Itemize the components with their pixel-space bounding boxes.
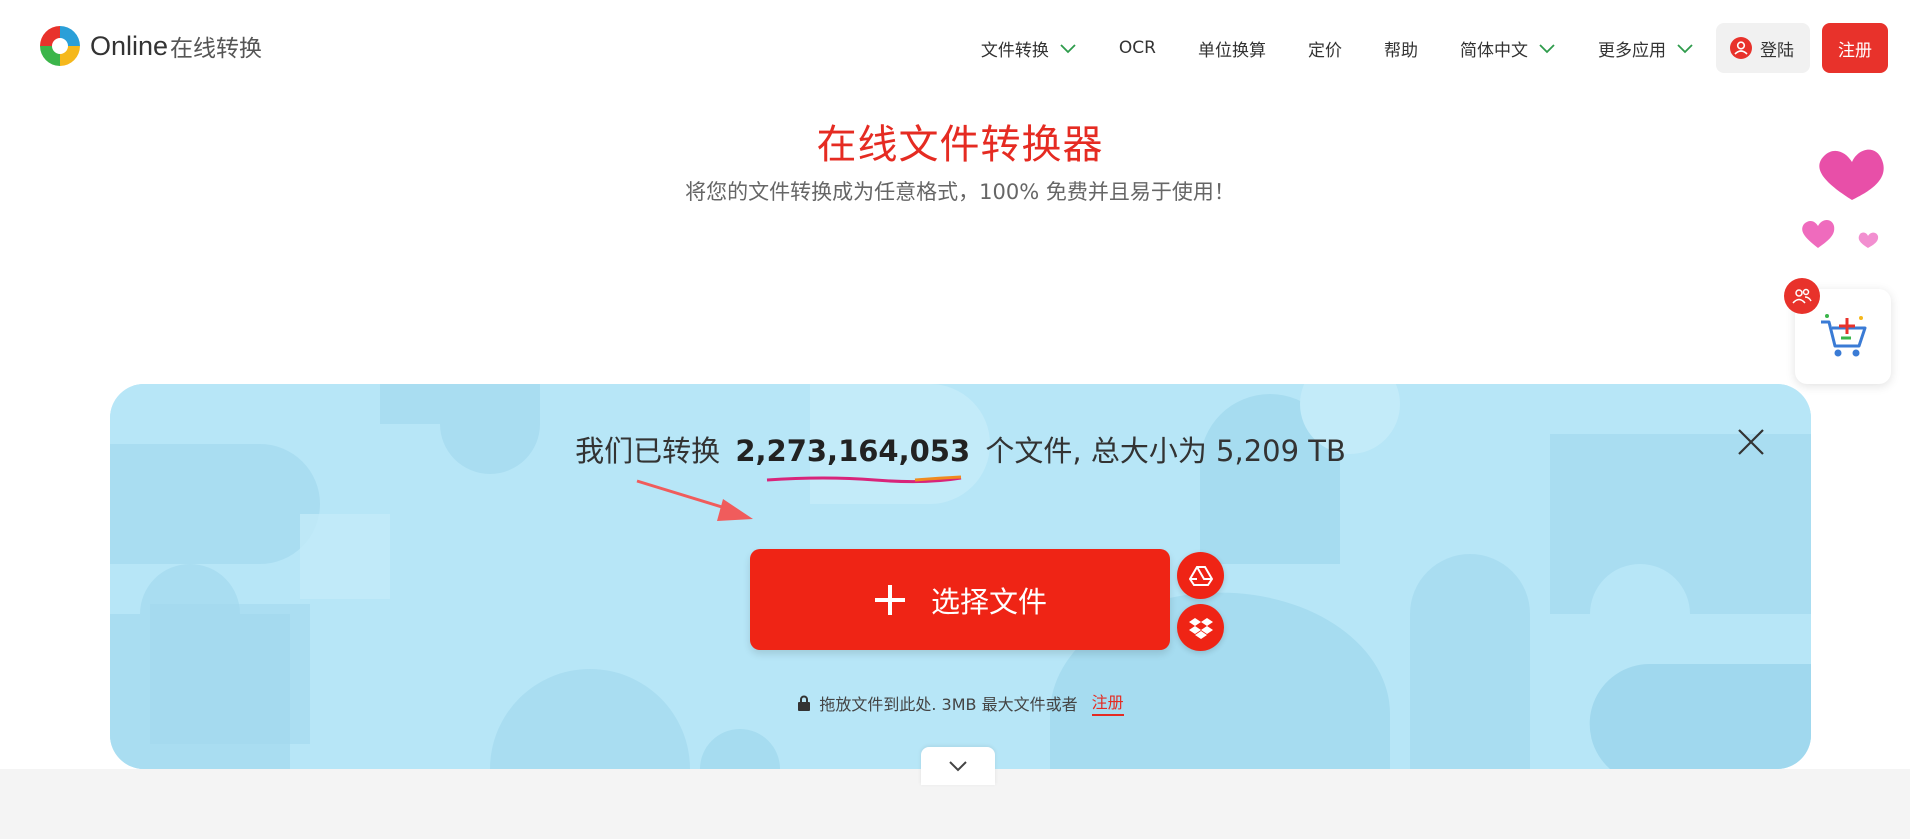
lock-icon xyxy=(798,695,811,711)
support-badge[interactable] xyxy=(1784,278,1820,314)
dropbox-icon xyxy=(1188,617,1213,639)
login-label: 登陆 xyxy=(1760,40,1794,61)
nav-ocr[interactable]: OCR xyxy=(1119,38,1156,58)
nav-label: 帮助 xyxy=(1384,40,1418,61)
nav-pricing[interactable]: 定价 xyxy=(1308,36,1342,61)
logo[interactable]: Online 在线转换 xyxy=(36,22,262,70)
login-button[interactable]: 登陆 xyxy=(1716,23,1810,73)
plus-icon xyxy=(874,584,905,615)
register-button[interactable]: 注册 xyxy=(1822,23,1888,73)
stats-suffix: 个文件, 总大小为 5,209 TB xyxy=(985,434,1346,468)
nav-language[interactable]: 简体中文 xyxy=(1460,36,1556,61)
logo-text: Online xyxy=(90,30,169,61)
drop-hint-text: 拖放文件到此处. 3MB 最大文件或者 xyxy=(819,694,1078,714)
nav-label: 单位换算 xyxy=(1198,40,1266,61)
nav-more-apps[interactable]: 更多应用 xyxy=(1598,36,1694,61)
upload-panel[interactable]: 我们已转换 2,273,164,053 个文件, 总大小为 5,209 TB 选… xyxy=(110,384,1811,769)
logo-subtext: 在线转换 xyxy=(170,36,263,62)
nav-label: OCR xyxy=(1118,38,1156,58)
drop-hint: 拖放文件到此处. 3MB 最大文件或者 注册 xyxy=(110,689,1811,716)
arrow-pointer-icon xyxy=(636,479,753,521)
nav-label: 文件转换 xyxy=(980,40,1049,61)
underline-decoration-icon xyxy=(766,475,962,484)
stats-count: 2,273,164,053 xyxy=(735,434,971,468)
close-icon[interactable] xyxy=(1735,426,1767,458)
page-title: 在线文件转换器 xyxy=(816,122,1104,168)
site-header: Online 在线转换 文件转换 OCR 单位换算 定价 帮助 简体中文 更多应… xyxy=(0,0,1910,90)
choose-file-label: 选择文件 xyxy=(930,584,1047,619)
scroll-down-button[interactable] xyxy=(921,747,995,785)
nav-label: 更多应用 xyxy=(1598,40,1666,61)
hearts-decoration-icon xyxy=(1802,149,1884,248)
dropbox-button[interactable] xyxy=(1177,604,1224,651)
register-label: 注册 xyxy=(1838,40,1872,61)
page-subtitle: 将您的文件转换成为任意格式，100% 免费并且易于使用！ xyxy=(685,180,1235,204)
nav-unit-conversion[interactable]: 单位换算 xyxy=(1198,36,1266,61)
nav-file-convert[interactable]: 文件转换 xyxy=(981,36,1077,61)
main-nav: 文件转换 OCR 单位换算 定价 帮助 简体中文 更多应用 登陆 注册 xyxy=(981,23,1888,73)
chevron-down-icon xyxy=(1060,44,1076,54)
choose-file-button[interactable]: 选择文件 xyxy=(750,549,1170,650)
logo-icon xyxy=(40,26,80,66)
nav-label: 简体中文 xyxy=(1460,40,1528,61)
chevron-down-icon xyxy=(1539,44,1555,54)
cart-icon xyxy=(1821,313,1867,356)
nav-label: 定价 xyxy=(1308,40,1342,61)
users-icon xyxy=(1792,288,1812,304)
chevron-down-icon xyxy=(949,761,967,772)
register-link[interactable]: 注册 xyxy=(1091,689,1124,716)
user-icon xyxy=(1730,37,1752,59)
chevron-down-icon xyxy=(1677,44,1693,54)
conversion-stats: 我们已转换 2,273,164,053 个文件, 总大小为 5,209 TB xyxy=(110,428,1811,470)
google-drive-button[interactable] xyxy=(1177,552,1224,599)
nav-help[interactable]: 帮助 xyxy=(1384,36,1418,61)
stats-prefix: 我们已转换 xyxy=(575,434,721,468)
google-drive-icon xyxy=(1188,565,1213,586)
